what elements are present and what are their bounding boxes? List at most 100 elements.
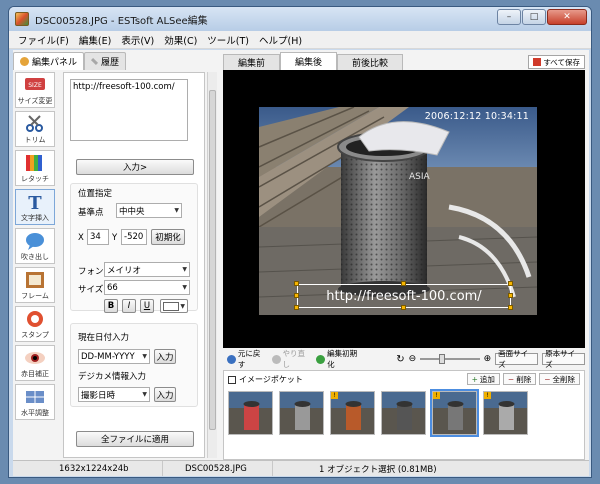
tool-frame[interactable]: フレーム <box>15 267 55 303</box>
resize-handle-e[interactable] <box>508 293 513 298</box>
maximize-button[interactable]: □ <box>522 9 546 25</box>
status-filename: DSC00528.JPG <box>163 461 273 476</box>
save-all-label: すべて保存 <box>543 57 580 67</box>
resize-handle-se[interactable] <box>508 305 513 310</box>
frame-icon <box>26 272 44 288</box>
pocket-remove-button[interactable]: − 削除 <box>502 373 537 385</box>
zoom-knob[interactable] <box>439 354 446 364</box>
tab-history[interactable]: 履歴 <box>84 52 127 70</box>
minimize-button[interactable]: – <box>497 9 521 25</box>
tool-speech-bubble[interactable]: 吹き出し <box>15 228 55 264</box>
menu-effects[interactable]: 効果(C) <box>159 33 202 47</box>
thumbnail[interactable] <box>381 391 426 435</box>
rotate-icon[interactable]: ↻ <box>396 354 404 365</box>
tab-compare[interactable]: 前後比較 <box>337 54 404 70</box>
image-canvas[interactable]: ASIA 2006:12:12 10:34:11 http://freesoft… <box>223 70 585 348</box>
exif-select[interactable]: 撮影日時 ▼ <box>78 387 150 402</box>
text-input[interactable]: http://freesoft-100.com/ <box>70 79 188 141</box>
date-insert-button[interactable]: 入力 <box>154 349 176 364</box>
resize-handle-nw[interactable] <box>294 281 299 286</box>
pocket-add-button[interactable]: + 追加 <box>466 373 500 385</box>
tool-trim[interactable]: トリム <box>15 111 55 147</box>
x-input[interactable]: 34 <box>87 229 109 245</box>
tool-red-eye[interactable]: 赤目補正 <box>15 345 55 381</box>
resize-handle-ne[interactable] <box>508 281 513 286</box>
color-swatch <box>163 301 179 311</box>
editor-pane: 編集前 編集後 前後比較 すべて保存 ASIA 2006:12:12 10:34… <box>223 50 589 460</box>
fit-screen-button[interactable]: 画面サイズ <box>495 349 539 369</box>
svg-text:SIZE: SIZE <box>28 82 42 89</box>
chevron-down-icon: ▼ <box>142 353 147 360</box>
y-label: Y <box>112 233 118 243</box>
exif-insert-button[interactable]: 入力 <box>154 387 176 402</box>
apply-all-button[interactable]: 全ファイルに適用 <box>76 431 194 447</box>
chevron-down-icon: ▼ <box>182 266 187 273</box>
thumbnail[interactable]: ! <box>483 391 528 435</box>
tab-after[interactable]: 編集後 <box>280 52 338 70</box>
tab-before[interactable]: 編集前 <box>223 54 281 70</box>
underline-button[interactable]: U <box>140 299 154 313</box>
base-point-label: 基準点 <box>78 208 104 218</box>
reset-position-button[interactable]: 初期化 <box>151 229 185 245</box>
base-point-select[interactable]: 中中央 ▼ <box>116 203 182 218</box>
thumbnail[interactable] <box>279 391 324 435</box>
settings-panel: http://freesoft-100.com/ 入力> 位置指定 基準点 中中… <box>63 72 205 458</box>
resize-handle-s[interactable] <box>401 305 406 310</box>
menu-view[interactable]: 表示(V) <box>116 33 159 47</box>
thumbnail-image <box>280 392 323 434</box>
settings-scrollbar[interactable] <box>207 72 217 458</box>
photo: ASIA 2006:12:12 10:34:11 http://freesoft… <box>259 107 537 315</box>
redo-button[interactable]: やり直し <box>271 348 313 370</box>
font-value: メイリオ <box>107 265 142 276</box>
original-size-button[interactable]: 原本サイズ <box>542 349 585 369</box>
size-select[interactable]: 66 ▼ <box>104 280 190 295</box>
font-select[interactable]: メイリオ ▼ <box>104 262 190 277</box>
tool-retouch[interactable]: レタッチ <box>15 150 55 186</box>
tab-edit-panel[interactable]: 編集パネル <box>13 52 85 70</box>
italic-button[interactable]: I <box>122 299 136 313</box>
zoom-slider[interactable] <box>420 354 480 364</box>
menu-edit[interactable]: 編集(E) <box>74 33 116 47</box>
resize-handle-sw[interactable] <box>294 305 299 310</box>
redo-label: やり直し <box>282 349 306 369</box>
title-bar[interactable]: DSC00528.JPG - ESTsoft ALSee編集 – □ ✕ <box>9 7 591 31</box>
palette-icon <box>20 57 29 66</box>
reset-icon <box>316 354 326 364</box>
tool-red-eye-label: 赤目補正 <box>21 370 49 378</box>
date-format-value: DD-MM-YYYY <box>81 351 135 362</box>
resize-handle-n[interactable] <box>401 281 406 286</box>
reset-edit-button[interactable]: 編集初期化 <box>316 348 364 370</box>
menu-tools[interactable]: ツール(T) <box>202 33 254 47</box>
pocket-clear-button[interactable]: − 全削除 <box>539 373 580 385</box>
color-picker[interactable]: ▼ <box>160 299 188 313</box>
tool-level[interactable]: 水平調整 <box>15 384 55 420</box>
zoom-in-icon[interactable]: ⊕ <box>484 354 492 364</box>
warning-icon: ! <box>331 392 338 399</box>
tool-stamp-label: スタンプ <box>21 331 49 339</box>
app-icon <box>15 12 29 26</box>
undo-button[interactable]: 元に戻す <box>227 348 268 370</box>
pencil-icon <box>90 57 99 66</box>
thumbnail[interactable]: ! <box>430 389 479 437</box>
date-stamp: 2006:12:12 10:34:11 <box>424 111 529 122</box>
thumbnail[interactable]: ! <box>330 391 375 435</box>
redo-icon <box>271 354 281 364</box>
insert-text-button[interactable]: 入力> <box>76 159 194 175</box>
y-input[interactable]: -520 <box>121 229 147 245</box>
resize-handle-w[interactable] <box>294 293 299 298</box>
bold-button[interactable]: B <box>104 299 118 313</box>
close-button[interactable]: ✕ <box>547 9 587 25</box>
zoom-out-icon[interactable]: ⊖ <box>409 354 417 364</box>
app-window: DSC00528.JPG - ESTsoft ALSee編集 – □ ✕ ファイ… <box>8 6 592 478</box>
tool-resize-label: サイズ変更 <box>17 97 53 105</box>
menu-file[interactable]: ファイル(F) <box>13 33 74 47</box>
tool-stamp[interactable]: スタンプ <box>15 306 55 342</box>
save-all-button[interactable]: すべて保存 <box>528 55 585 69</box>
date-format-select[interactable]: DD-MM-YYYY ▼ <box>78 349 150 364</box>
tool-resize[interactable]: SIZE サイズ変更 <box>15 72 55 108</box>
menu-help[interactable]: ヘルプ(H) <box>254 33 307 47</box>
speech-bubble-icon <box>26 233 44 250</box>
scroll-thumb[interactable] <box>209 90 216 430</box>
tool-text-insert[interactable]: T 文字挿入 <box>15 189 55 225</box>
thumbnail[interactable] <box>228 391 273 435</box>
